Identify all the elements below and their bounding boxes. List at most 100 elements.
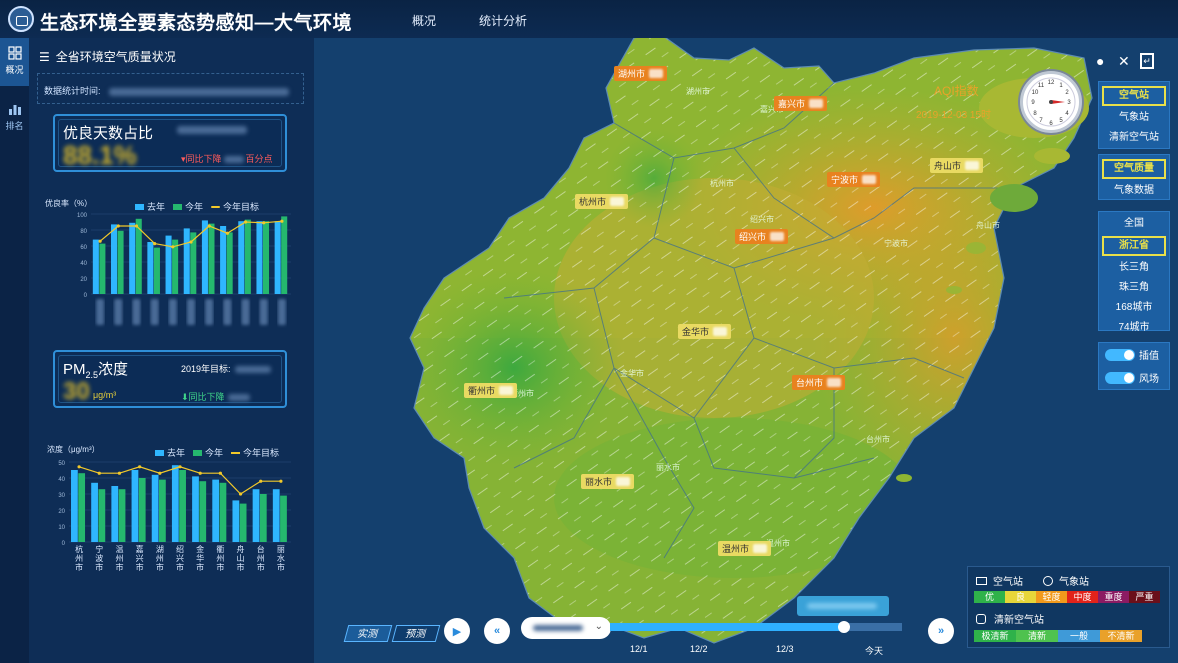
nav-overview[interactable]: 概况 [412,12,436,29]
city-marker-quzhou[interactable]: 衢州市 [464,383,518,398]
rail-item-ranking[interactable]: 排名 [0,94,29,142]
target-point [77,465,81,469]
county-label: 丽水市 [656,463,680,472]
chart-bar [159,479,166,542]
x-tick-label: 湖州市 [156,545,164,572]
timeline-track-rest[interactable] [845,623,902,631]
city-marker-shaoxing[interactable]: 绍兴市 [735,229,789,244]
down-arrow-icon: ⬇ [181,392,189,402]
good-days-card: 优良天数占比 88.1% ▾同比下降 百分点 [53,114,287,172]
data-type-box: 空气质量 气象数据 [1098,154,1170,200]
menu-icon[interactable]: ☰ [39,50,50,64]
chart-bar [99,243,106,294]
y-tick-label: 30 [58,493,65,499]
btn-region-nation[interactable]: 全国 [1102,216,1166,232]
panel-title-text: 全省环境空气质量状况 [55,50,176,64]
chart-bar [220,226,227,294]
nav-statistics[interactable]: 统计分析 [479,12,527,29]
timeline-thumb[interactable] [838,621,850,633]
clock-widget[interactable]: 12 3 6 9 1245 7 8 10 11 [1020,71,1082,133]
map-legend: 空气站 气象站 优良轻度 中度 重度 严重 清新空气站 极清新 清新 一般 不清新 [967,566,1170,648]
chart-bar [165,235,172,294]
logo-icon [8,6,34,32]
city-marker-lishui[interactable]: 丽水市 [581,474,635,489]
good-days-value: 88.1% [63,140,137,170]
rail-item-overview[interactable]: 概况 [0,38,29,86]
btn-region-74[interactable]: 74城市 [1102,320,1166,336]
export-icon[interactable]: ↵ [1140,53,1154,69]
chart-bar [199,481,207,542]
legend-station-types: 空气站 气象站 [976,573,1089,588]
x-tick-redacted [277,299,286,325]
city-marker-zhoushan[interactable]: 舟山市 [930,158,984,173]
target-point [189,240,193,244]
interpolation-switch[interactable] [1105,348,1135,361]
btn-air-quality[interactable]: 空气质量 [1102,159,1166,179]
target-point [171,245,175,249]
chart-bar [232,500,240,542]
btn-region-zhejiang[interactable]: 浙江省 [1102,236,1166,256]
city-marker-jiaxing[interactable]: 嘉兴市 [774,96,828,111]
city-marker-ningbo[interactable]: 宁波市 [827,172,881,187]
btn-fresh-air-station[interactable]: 清新空气站 [1102,130,1166,146]
play-button[interactable]: ▶ [444,618,470,644]
circle-station-icon [1043,576,1053,586]
fast-forward-button[interactable]: » [928,618,954,644]
rewind-button[interactable]: « [484,618,510,644]
chart-bar [92,239,99,294]
btn-weather-data[interactable]: 气象数据 [1102,183,1166,199]
top-header: 生态环境全要素态势感知—大气环境 概况 统计分析 [0,0,1178,38]
timeline-tick: 12/2 [690,644,708,654]
city-marker-jinhua[interactable]: 金华市 [678,324,732,339]
target-point [138,465,142,469]
city-marker-huzhou[interactable]: 湖州市 [614,66,668,81]
chart-bar [256,221,263,294]
map-area[interactable]: 湖州市 嘉兴市 杭州市 绍兴市 宁波市 舟山市 金华市 衢州市 丽水市 台州市 … [314,38,1178,663]
legend-level: 严重 [1129,591,1160,603]
target-point [178,465,182,469]
btn-region-yangtze[interactable]: 长三角 [1102,260,1166,276]
btn-weather-station[interactable]: 气象站 [1102,110,1166,126]
chart-bar [111,224,118,294]
btn-air-station[interactable]: 空气站 [1102,86,1166,106]
pm25-unit: μg/m³ [93,390,117,400]
x-tick-redacted [150,299,159,325]
x-tick-redacted [241,299,250,325]
target-point [262,221,266,225]
x-tick-label: 丽水市 [277,545,285,572]
legend-fresh-title: 清新空气站 [976,611,1044,626]
y-tick-label: 20 [80,277,87,283]
legend-level: 重度 [1098,591,1129,603]
target-point [134,224,139,228]
play-icon: ▶ [452,625,462,638]
toggle-wind-field[interactable]: 风场 [1099,366,1169,389]
hexagon-station-icon [976,614,986,624]
city-marker-wenzhou[interactable]: 温州市 [718,541,772,556]
clock-face-icon: 12369 1245 781011 [1026,77,1076,127]
btn-measured[interactable]: 实测 [343,625,393,642]
x-tick-label: 宁波市 [95,544,103,572]
legend-level: 极清新 [974,630,1016,642]
app-title: 生态环境全要素态势感知—大气环境 [40,13,353,34]
city-marker-taizhou[interactable]: 台州市 [792,375,846,390]
btn-region-168[interactable]: 168城市 [1102,300,1166,316]
y-tick-label: 100 [77,213,88,219]
city-marker-hangzhou[interactable]: 杭州市 [575,194,629,209]
target-point [238,492,243,496]
data-time-box: 数据统计时间: [37,73,304,104]
aqi-date: 2019-12-03 15时 [916,110,992,121]
btn-region-pearl[interactable]: 珠三角 [1102,280,1166,296]
tools-icon[interactable]: ✕ [1118,53,1130,70]
chart-bar [118,489,126,542]
county-label: 台州市 [866,435,890,444]
globe-icon[interactable]: ● [1096,53,1104,69]
date-select[interactable]: ⌄ [521,617,611,639]
btn-forecast[interactable]: 预测 [391,625,441,642]
wind-field-switch[interactable] [1105,371,1135,384]
target-point [280,219,284,223]
county-label: 湖州市 [686,87,710,96]
chart-bar [212,479,220,542]
chart-bar [91,482,98,542]
chart-bar [208,223,215,294]
toggle-interpolation[interactable]: 插值 [1099,343,1169,366]
